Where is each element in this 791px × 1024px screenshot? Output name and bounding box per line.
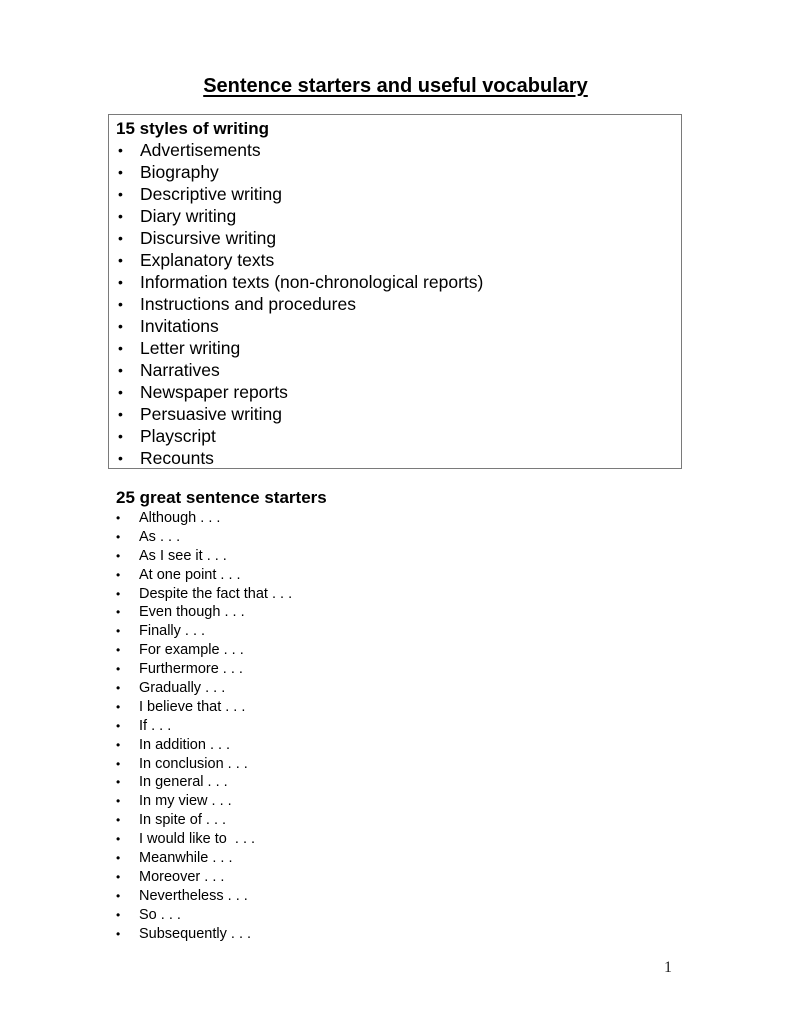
list-item-text: Information texts (non-chronological rep… [140, 272, 484, 292]
bullet-icon: • [118, 164, 123, 180]
bullet-icon: • [116, 511, 121, 525]
list-item-text: In conclusion . . . [139, 755, 248, 772]
list-item-text: Gradually . . . [139, 680, 226, 697]
list-item-text: Meanwhile . . . [139, 850, 233, 867]
bullet-icon: • [116, 699, 121, 714]
list-item-text: Moreover . . . [139, 868, 225, 885]
styles-heading: 15 styles of writing [116, 119, 270, 138]
styles-of-writing-box: 15 styles of writing • Advertisements • Bio… [108, 114, 682, 469]
list-item-text: Nevertheless . . . [139, 887, 248, 904]
bullet-icon: • [116, 624, 121, 639]
bullet-icon: • [116, 567, 121, 582]
list-item-text: As . . . [139, 528, 181, 545]
bullet-icon: • [116, 737, 121, 752]
list-item-text: I believe that . . . [139, 698, 246, 715]
list-item-text: As I see it . . . [139, 547, 227, 564]
page-title: Sentence starters and useful vocabulary [203, 75, 588, 97]
bullet-icon: • [118, 362, 123, 378]
bullet-icon: • [118, 340, 123, 356]
bullet-icon: • [116, 756, 121, 771]
bullet-icon: • [118, 428, 123, 444]
list-item-text: Narratives [140, 360, 220, 380]
list-item-text: Subsequently . . . [139, 925, 252, 942]
bullet-icon: • [116, 586, 121, 601]
bullet-icon: • [116, 718, 121, 733]
list-item-text: Biography [140, 162, 219, 182]
bullet-icon: • [116, 813, 121, 828]
bullet-icon: • [116, 605, 121, 620]
bullet-icon: • [118, 406, 123, 422]
bullet-icon: • [118, 142, 123, 158]
bullet-icon: • [116, 832, 121, 847]
list-item-text: Letter writing [140, 338, 241, 358]
bullet-icon: • [118, 384, 123, 400]
list-item-text: I would like to . . . [139, 831, 256, 848]
bullet-icon: • [116, 926, 121, 941]
list-item-text: Even though . . . [139, 604, 245, 621]
bullet-icon: • [118, 318, 123, 334]
bullet-icon: • [118, 186, 123, 202]
list-item-text: Diary writing [140, 206, 237, 226]
list-item-text: So . . . [139, 906, 181, 923]
list-item-text: Descriptive writing [140, 184, 282, 204]
bullet-icon: • [116, 851, 121, 866]
list-item-text: Despite the fact that . . . [139, 585, 293, 602]
list-item-text: In my view . . . [139, 793, 232, 810]
list-item-text: Newspaper reports [140, 382, 288, 402]
list-item-text: Playscript [140, 426, 216, 446]
list-item-text: In addition . . . [139, 736, 231, 753]
list-item-text: Discursive writing [140, 228, 277, 248]
page-number: 1 [664, 959, 672, 976]
bullet-icon: • [118, 252, 123, 268]
bullet-icon: • [116, 888, 121, 903]
list-item-text: At one point . . . [139, 566, 241, 583]
bullet-icon: • [118, 274, 123, 290]
bullet-icon: • [116, 794, 121, 809]
bullet-icon: • [116, 681, 121, 696]
list-item-text: Instructions and procedures [140, 294, 356, 314]
bullet-icon: • [118, 450, 123, 466]
starters-heading: 25 great sentence starters [116, 488, 327, 507]
list-item-text: If . . . [139, 717, 172, 734]
bullet-icon: • [116, 775, 121, 790]
list-item-text: In spite of . . . [139, 812, 227, 829]
bullet-icon: • [118, 208, 123, 224]
bullet-icon: • [116, 907, 121, 922]
bullet-icon: • [116, 662, 121, 677]
list-item-text: Persuasive writing [140, 404, 282, 424]
bullet-icon: • [118, 296, 123, 312]
list-item-text: Invitations [140, 316, 219, 336]
list-item-text: Recounts [140, 448, 214, 468]
list-item-text: Advertisements [140, 140, 261, 160]
list-item-text: Although . . . [139, 510, 221, 526]
bullet-icon: • [116, 529, 121, 544]
bullet-icon: • [116, 643, 121, 658]
list-item-text: Finally . . . [139, 623, 206, 640]
bullet-icon: • [116, 869, 121, 884]
list-item-text: For example . . . [139, 642, 244, 659]
bullet-icon: • [116, 548, 121, 563]
bullet-icon: • [118, 230, 123, 246]
list-item-text: Furthermore . . . [139, 661, 243, 678]
list-item-text: Explanatory texts [140, 250, 275, 270]
list-item-text: In general . . . [139, 774, 228, 791]
